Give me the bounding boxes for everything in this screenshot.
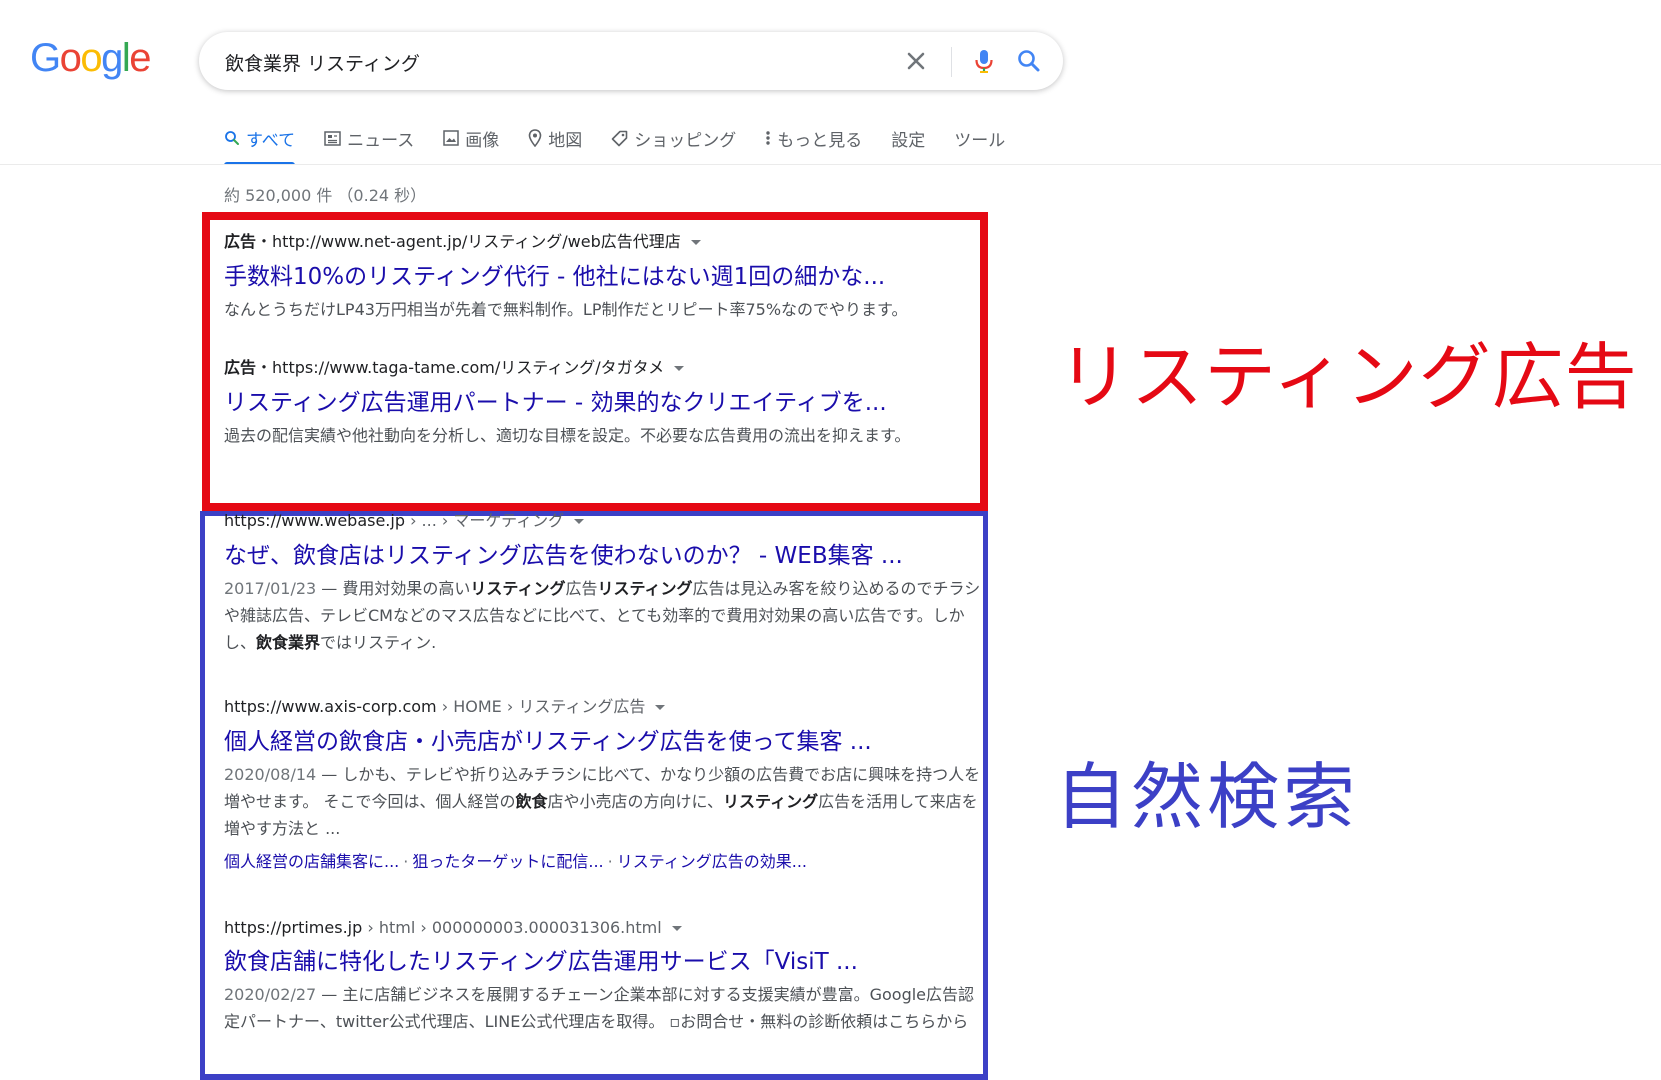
tab-label: 画像 [465, 130, 500, 151]
result-snippet: 2017/01/23 — 費用対効果の高いリスティング広告リスティング広告は見込… [224, 579, 981, 652]
tab-maps[interactable]: 地図 [528, 124, 582, 164]
tab-label: すべて [246, 130, 296, 151]
snippet-text: 店や小売店の方向けに、 [547, 792, 724, 811]
snippet-text: ではリスティン. [320, 633, 437, 652]
tabs-divider [0, 164, 1661, 165]
tab-label: もっと見る [777, 130, 863, 151]
close-icon[interactable] [901, 46, 931, 76]
result-domain: https://www.webase.jp [224, 511, 405, 530]
snippet-text: 主に店舗ビジネスを展開するチェーン企業本部に対する支援実績が豊富。Google広… [224, 985, 975, 1031]
organic-annotation-label: 自然検索 [1055, 755, 1360, 839]
dropdown-caret-icon[interactable] [690, 240, 701, 245]
snippet-text: 費用対効果の高い [342, 579, 471, 598]
search-input[interactable]: 飲食業界 リスティング [225, 49, 420, 76]
google-logo[interactable]: Google [30, 36, 151, 80]
tab-images[interactable]: 画像 [443, 124, 499, 164]
result-url-line[interactable]: https://prtimes.jp › html › 000000003.00… [224, 918, 984, 937]
result-date: 2020/08/14 [224, 765, 317, 784]
organic-result: https://prtimes.jp › html › 000000003.00… [224, 918, 984, 1035]
result-date: 2020/02/27 [224, 985, 317, 1004]
ad-url-line: 広告・https://www.taga-tame.com/リスティング/タガタメ [224, 354, 924, 378]
ad-url-line: 広告・http://www.net-agent.jp/リスティング/web広告代… [224, 228, 984, 252]
result-domain: https://prtimes.jp [224, 918, 363, 937]
logo-letter: G [30, 36, 61, 80]
logo-letter: l [121, 36, 131, 80]
dropdown-caret-icon[interactable] [574, 519, 585, 524]
ads-annotation-label: リスティング広告 [1058, 335, 1638, 419]
dropdown-caret-icon[interactable] [655, 705, 666, 710]
ad-snippet: なんとうちだけLP43万円相当が先着で無料制作。LP制作だとリピート率75%なの… [224, 300, 908, 319]
snippet-highlight: リスティング [597, 579, 693, 598]
sitelink-separator: · [403, 852, 409, 871]
result-url-line[interactable]: https://www.axis-corp.com › HOME › リスティン… [224, 693, 984, 717]
result-url-line[interactable]: https://www.webase.jp › ... › マーケティング [224, 507, 984, 531]
result-title-link[interactable]: 飲食店舗に特化したリスティング広告運用サービス「VisiT ... [224, 942, 984, 976]
ad-url[interactable]: https://www.taga-tame.com/リスティング/タガタメ [272, 358, 664, 377]
result-breadcrumb: › html › 000000003.000031306.html [362, 918, 662, 937]
search-box[interactable]: 飲食業界 リスティング [199, 32, 1063, 90]
organic-result: https://www.axis-corp.com › HOME › リスティン… [224, 693, 984, 872]
result-title-link[interactable]: なぜ、飲食店はリスティング広告を使わないのか？ - WEB集客 ... [224, 536, 984, 570]
tab-label: ショッピング [634, 130, 737, 151]
logo-letter: o [80, 36, 102, 80]
tab-all[interactable]: すべて [224, 124, 296, 165]
ad-url[interactable]: http://www.net-agent.jp/リスティング/web広告代理店 [272, 232, 681, 251]
tab-more[interactable]: もっと見る [765, 124, 862, 164]
result-stats: 約 520,000 件 （0.24 秒） [224, 186, 427, 205]
ad-result: 広告・http://www.net-agent.jp/リスティング/web広告代… [224, 228, 984, 323]
result-breadcrumb: › HOME › リスティング広告 [436, 697, 646, 716]
tab-label: 地図 [548, 130, 583, 151]
sitelink[interactable]: 狙ったターゲットに配信... [412, 852, 603, 871]
logo-letter: g [101, 36, 123, 80]
sitelink[interactable]: 個人経営の店舗集客に... [224, 852, 399, 871]
organic-result: https://www.webase.jp › ... › マーケティング なぜ… [224, 507, 984, 656]
snippet-highlight: リスティング [723, 792, 819, 811]
snippet-highlight: リスティング [470, 579, 566, 598]
tab-settings[interactable]: 設定 [891, 124, 925, 164]
result-snippet: 2020/02/27 — 主に店舗ビジネスを展開するチェーン企業本部に対する支援… [224, 985, 975, 1031]
search-tabs: すべて ニュース 画像 地図 ショッピング もっと見る 設定 ツール [224, 124, 1034, 165]
sitelink[interactable]: リスティング広告の効果... [617, 852, 807, 871]
dropdown-caret-icon[interactable] [674, 366, 685, 371]
ad-title-link[interactable]: リスティング広告運用パートナー - 効果的なクリエイティブを... [224, 383, 924, 417]
snippet-highlight: 飲食 [515, 792, 548, 811]
news-icon [324, 130, 341, 146]
result-domain: https://www.axis-corp.com [224, 697, 437, 716]
tab-news[interactable]: ニュース [324, 124, 414, 164]
search-divider [951, 47, 952, 77]
more-vert-icon [766, 131, 770, 145]
ad-result: 広告・https://www.taga-tame.com/リスティング/タガタメ… [224, 354, 924, 449]
sitelink-separator: · [607, 852, 613, 871]
tab-label: ツール [954, 130, 1006, 151]
ad-title-link[interactable]: 手数料10%のリスティング代行 - 他社にはない週1回の細かな... [224, 257, 984, 291]
microphone-icon[interactable] [969, 46, 999, 76]
snippet-text: 広告 [565, 579, 598, 598]
search-icon[interactable] [1014, 46, 1044, 76]
tag-icon [611, 130, 628, 146]
ad-label: 広告 [224, 232, 257, 251]
ad-snippet: 過去の配信実績や他社動向を分析し、適切な目標を設定。不必要な広告費用の流出を抑え… [224, 426, 911, 445]
result-breadcrumb: › ... › マーケティング [404, 511, 565, 530]
dropdown-caret-icon[interactable] [671, 926, 682, 931]
tab-shopping[interactable]: ショッピング [611, 124, 736, 164]
map-pin-icon [528, 129, 542, 147]
sitelinks: 個人経営の店舗集客に... · 狙ったターゲットに配信... · リスティング広告の効果… [224, 848, 984, 872]
result-date: 2017/01/23 [224, 579, 317, 598]
image-icon [443, 130, 460, 146]
snippet-highlight: 飲食業界 [256, 633, 321, 652]
tab-label: 設定 [891, 130, 926, 151]
result-snippet: 2020/08/14 — しかも、テレビや折り込みチラシに比べて、かなり少額の広… [224, 765, 981, 838]
tab-tools[interactable]: ツール [954, 124, 1005, 164]
tab-label: ニュース [347, 130, 415, 151]
logo-letter: o [59, 36, 82, 80]
ad-label: 広告 [224, 358, 257, 377]
logo-letter: e [129, 36, 151, 80]
search-icon [225, 131, 239, 145]
result-title-link[interactable]: 個人経営の飲食店・小売店がリスティング広告を使って集客 ... [224, 722, 984, 756]
